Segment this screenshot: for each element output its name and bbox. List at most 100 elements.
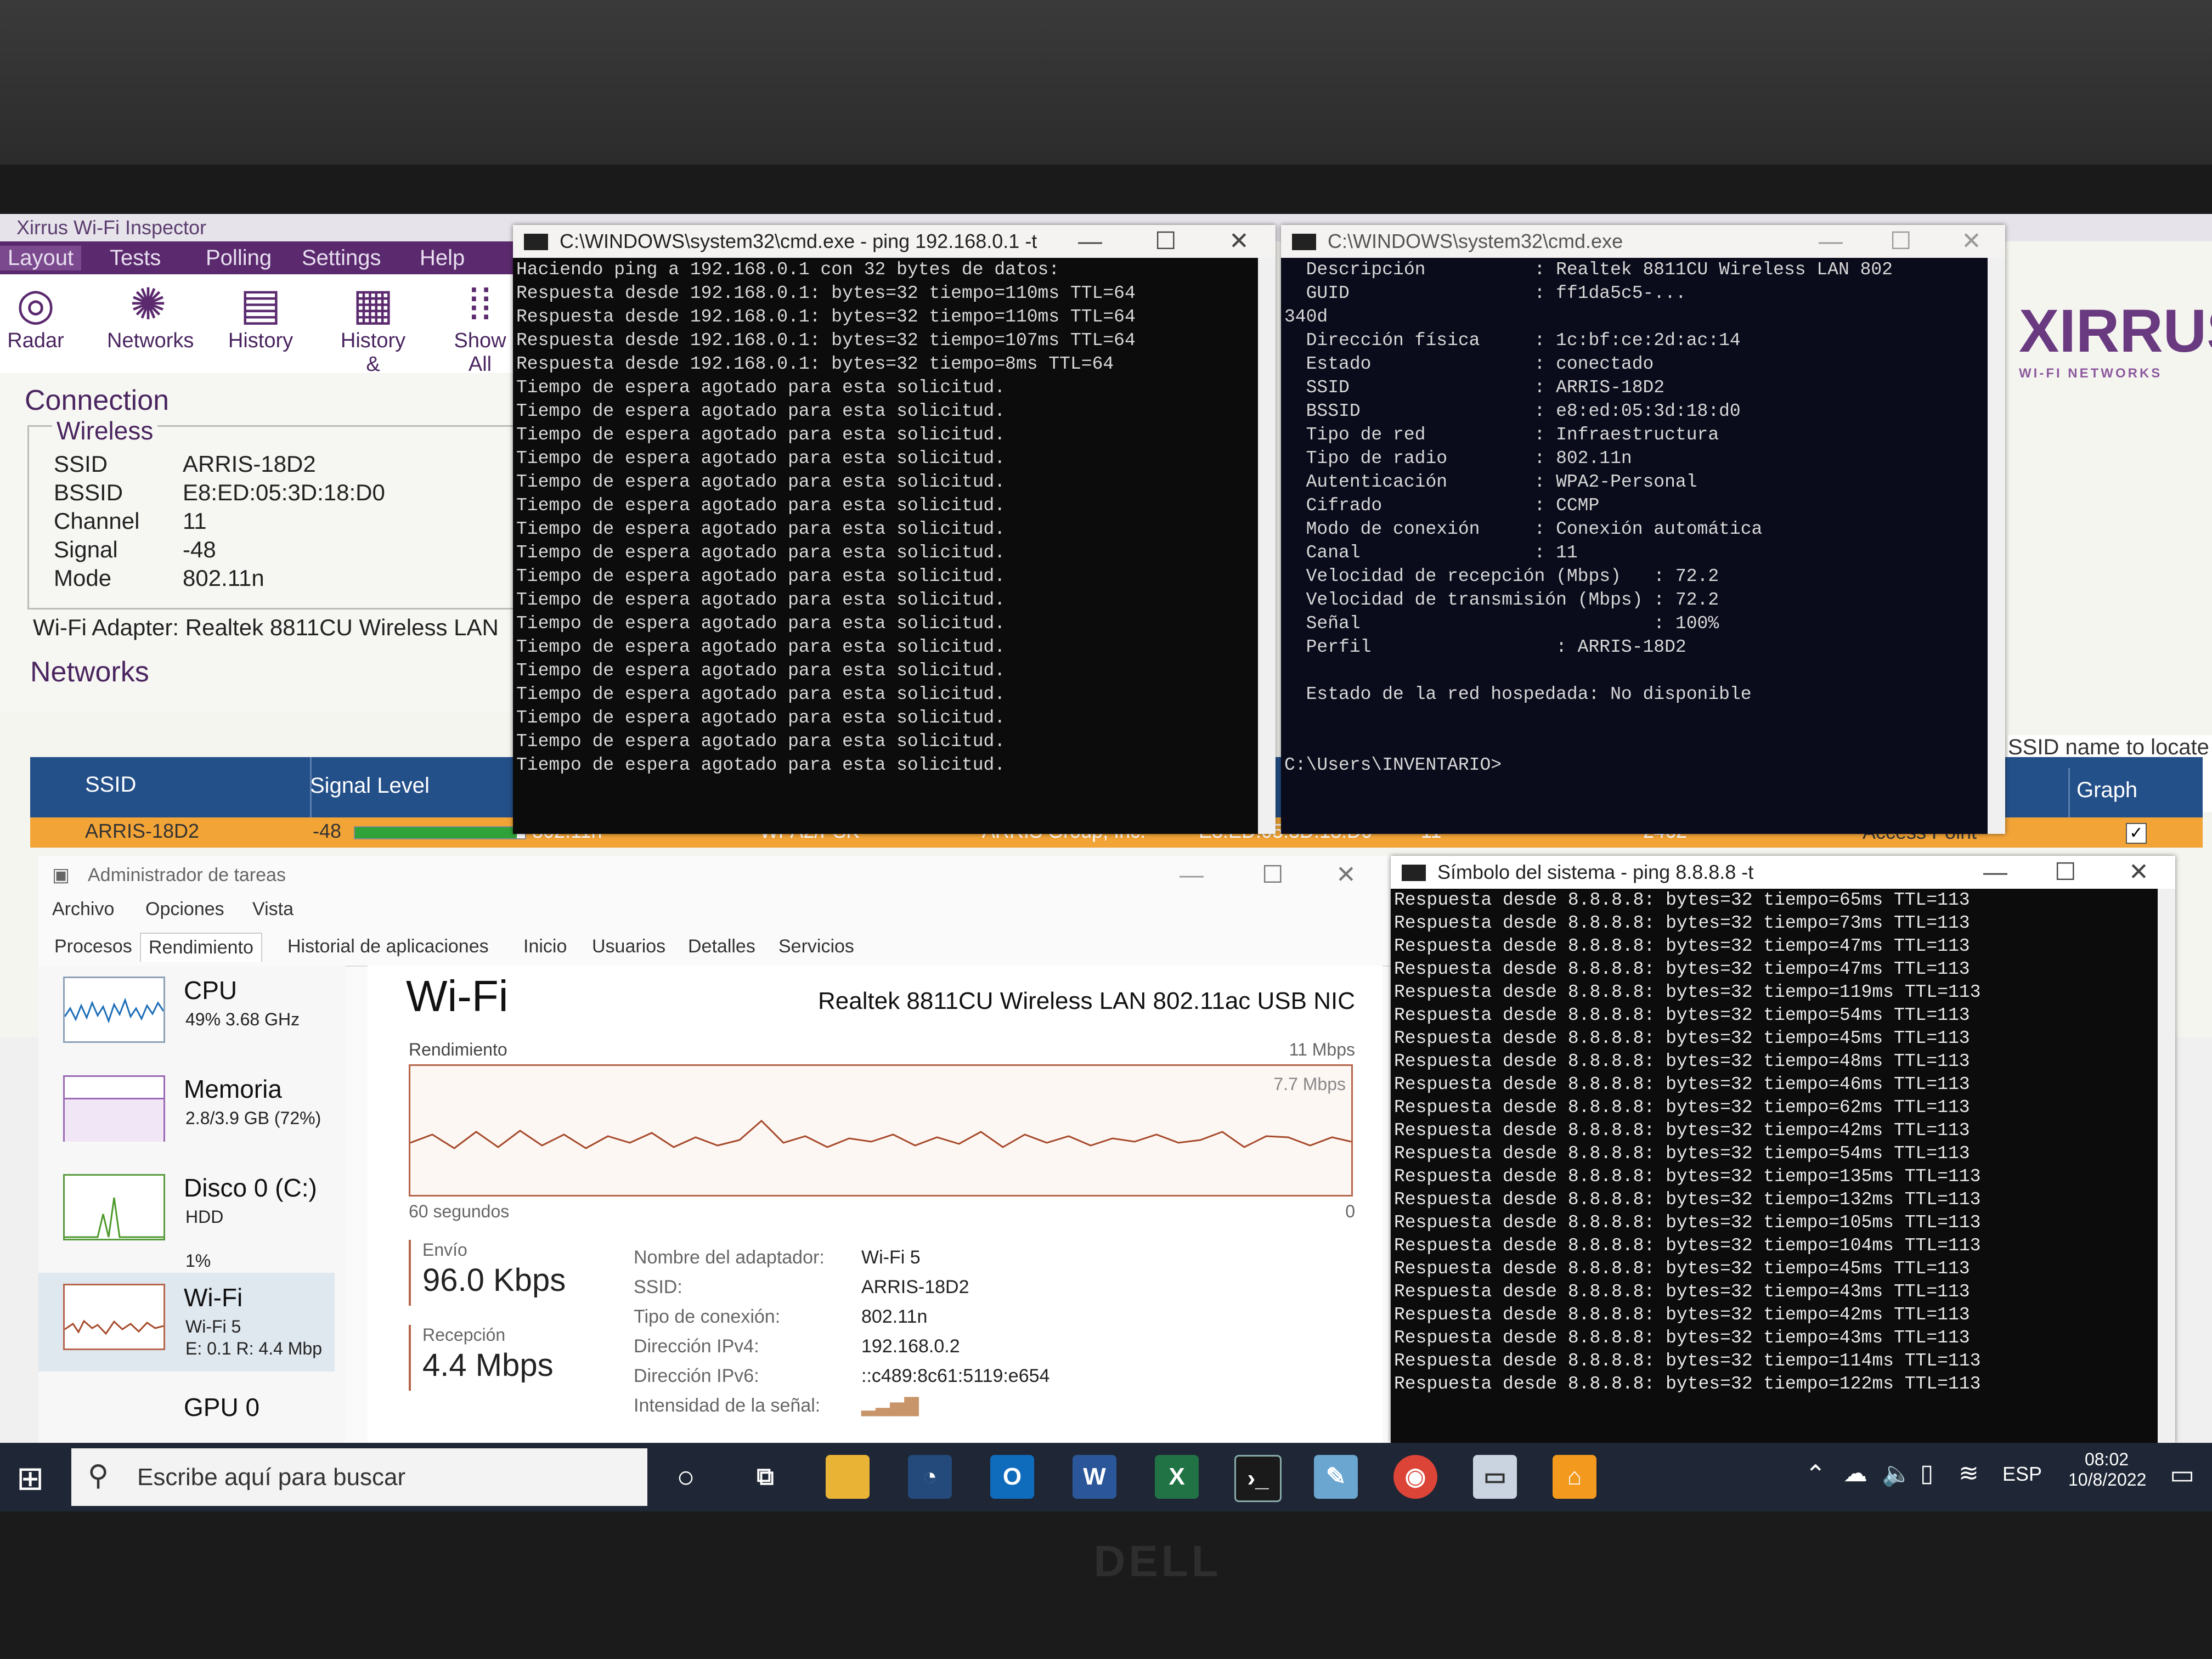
column-signal-level[interactable]: Signal Level — [310, 774, 430, 798]
taskbar-search-box[interactable]: ⚲ Escribe aquí para buscar — [71, 1448, 647, 1506]
sidebar-item-memoria[interactable]: Memoria 2.8/3.9 GB (72%) — [38, 1064, 335, 1163]
console-line: Estado de la red hospedada: No disponibl… — [1284, 684, 1752, 704]
task-view-icon[interactable]: ⧉ — [743, 1455, 787, 1499]
window-title: C:\WINDOWS\system32\cmd.exe — [1328, 230, 1623, 252]
excel-icon[interactable]: X — [1155, 1455, 1199, 1499]
graph-max: 11 Mbps — [1289, 1040, 1355, 1059]
minimize-icon[interactable]: — — [1078, 225, 1102, 258]
scrollbar[interactable] — [1258, 258, 1276, 834]
maximize-icon[interactable]: ☐ — [2055, 856, 2076, 889]
ssid-label: SSID — [54, 451, 108, 477]
show-hidden-icons[interactable]: ⌃ — [1805, 1459, 1826, 1489]
cmd-netsh-title-bar: C:\WINDOWS\system32\cmd.exe — ☐ ✕ — [1281, 225, 2005, 258]
graph-zero: 0 — [1345, 1201, 1355, 1221]
menu-opciones[interactable]: Opciones — [145, 899, 224, 920]
signal-strength-icon: ▂▃▅▇ — [861, 1395, 919, 1416]
menu-vista[interactable]: Vista — [252, 899, 294, 920]
console-line: Tiempo de espera agotado para esta solic… — [516, 590, 1006, 610]
battery-icon[interactable]: ▯ — [1920, 1459, 1933, 1487]
console-line: Estado : conectado — [1284, 354, 1654, 374]
history-button[interactable]: ▤ History — [219, 280, 302, 353]
tab-usuarios[interactable]: Usuarios — [584, 933, 673, 961]
console-line: Tiempo de espera agotado para esta solic… — [516, 377, 1006, 398]
tab-procesos[interactable]: Procesos — [47, 933, 140, 961]
performance-sidebar: CPU 49% 3.68 GHz Memoria 2.8/3.9 GB (72%… — [38, 966, 346, 1511]
clock[interactable]: 08:02 10/8/2022 — [2068, 1449, 2146, 1490]
file-explorer-icon[interactable] — [826, 1455, 870, 1499]
chrome-icon[interactable]: ◉ — [1393, 1455, 1437, 1499]
console-line: Tiempo de espera agotado para esta solic… — [516, 731, 1006, 752]
console-line: Respuesta desde 192.168.0.1: bytes=32 ti… — [516, 307, 1136, 327]
maximize-icon[interactable]: ☐ — [1155, 225, 1176, 258]
connection-labels: SSID BSSID Channel Signal Mode — [54, 450, 139, 592]
menu-polling[interactable]: Polling — [206, 246, 272, 270]
sidebar-item-wifi[interactable]: Wi-Fi Wi-Fi 5 E: 0.1 R: 4.4 Mbp — [38, 1273, 335, 1372]
mode-label: Mode — [54, 565, 112, 591]
minimize-icon[interactable]: — — [1819, 225, 1843, 258]
cmd-icon[interactable]: ›_ — [1234, 1455, 1282, 1502]
tab-rendimiento[interactable]: Rendimiento — [140, 933, 262, 962]
close-icon[interactable]: ✕ — [1336, 856, 1356, 894]
sidebar-item-cpu[interactable]: CPU 49% 3.68 GHz — [38, 966, 335, 1064]
wifi-analyzer-icon[interactable]: ⌂ — [1553, 1455, 1596, 1499]
tab-inicio[interactable]: Inicio — [516, 933, 574, 961]
networks-heading: Networks — [30, 656, 149, 688]
notifications-icon[interactable]: ▭ — [2170, 1459, 2194, 1490]
menu-help[interactable]: Help — [420, 246, 465, 270]
networks-button[interactable]: ✺ Networks — [107, 280, 194, 353]
maximize-icon[interactable]: ☐ — [1890, 225, 1911, 258]
console-line: Respuesta desde 8.8.8.8: bytes=32 tiempo… — [1394, 1305, 1970, 1325]
console-line: Tiempo de espera agotado para esta solic… — [516, 566, 1006, 586]
radar-button[interactable]: ◎ Radar — [0, 280, 77, 353]
networks-icon: ✺ — [129, 280, 167, 329]
language-indicator[interactable]: ESP — [2002, 1463, 2042, 1486]
window-title: Símbolo del sistema - ping 8.8.8.8 -t — [1437, 861, 1754, 883]
speedtest-icon[interactable]: ◔ — [908, 1455, 952, 1499]
graph-column[interactable]: Graph — [2076, 778, 2137, 803]
console-line: Canal : 11 — [1284, 543, 1578, 563]
cmd-netsh-output[interactable]: Descripción : Realtek 8811CU Wireless LA… — [1281, 258, 2005, 834]
cpu-thumbnail — [63, 977, 165, 1043]
word-icon[interactable]: W — [1073, 1455, 1116, 1499]
console-line: Respuesta desde 8.8.8.8: bytes=32 tiempo… — [1394, 1189, 1981, 1210]
console-line: Autenticación : WPA2-Personal — [1284, 472, 1697, 492]
column-ssid[interactable]: SSID — [85, 772, 136, 797]
menu-archivo[interactable]: Archivo — [52, 899, 114, 920]
channel-value: 11 — [183, 508, 207, 534]
minimize-icon[interactable]: — — [1180, 856, 1204, 894]
cmd-icon — [1402, 865, 1426, 881]
cmd-ping-google-output[interactable]: Respuesta desde 8.8.8.8: bytes=32 tiempo… — [1391, 889, 2175, 1443]
maximize-icon[interactable]: ☐ — [1262, 856, 1283, 894]
console-line: Respuesta desde 8.8.8.8: bytes=32 tiempo… — [1394, 1374, 1981, 1394]
cmd-ping-router-output[interactable]: Haciendo ping a 192.168.0.1 con 32 bytes… — [513, 258, 1276, 834]
volume-icon[interactable]: 🔈 — [1882, 1459, 1912, 1488]
graph-checkbox[interactable]: ✓ — [2126, 823, 2147, 844]
minimize-icon[interactable]: — — [1983, 856, 2007, 889]
close-icon[interactable]: ✕ — [2129, 856, 2149, 889]
explorer-window-icon[interactable]: ▭ — [1473, 1455, 1517, 1499]
paint-icon[interactable]: ✎ — [1314, 1455, 1358, 1499]
close-icon[interactable]: ✕ — [1229, 225, 1249, 258]
cortana-icon[interactable]: ○ — [664, 1455, 708, 1499]
console-line: Respuesta desde 8.8.8.8: bytes=32 tiempo… — [1394, 913, 1970, 933]
radar-icon: ◎ — [16, 280, 55, 329]
tab-historial[interactable]: Historial de aplicaciones — [280, 933, 496, 961]
tab-detalles[interactable]: Detalles — [680, 933, 763, 961]
console-line: Respuesta desde 8.8.8.8: bytes=32 tiempo… — [1394, 1351, 1981, 1371]
sidebar-item-disco[interactable]: Disco 0 (C:) HDD 1% — [38, 1163, 335, 1271]
windows-start-icon[interactable]: ⊞ — [16, 1459, 44, 1498]
menu-tests[interactable]: Tests — [110, 246, 161, 270]
scrollbar[interactable] — [2158, 889, 2175, 1443]
wifi-icon[interactable]: ≋ — [1959, 1459, 1979, 1487]
scrollbar[interactable] — [1988, 258, 2005, 834]
close-icon[interactable]: ✕ — [1961, 225, 1982, 258]
show-all-button[interactable]: ⁞⁞ Show All — [444, 280, 516, 376]
menu-settings[interactable]: Settings — [302, 246, 381, 270]
tab-servicios[interactable]: Servicios — [771, 933, 862, 961]
menu-layout[interactable]: Layout — [0, 246, 82, 270]
network-status-icon[interactable]: ☁ — [1843, 1459, 1867, 1487]
console-line: Tiempo de espera agotado para esta solic… — [516, 684, 1006, 704]
console-line: 340d — [1284, 307, 1328, 327]
outlook-icon[interactable]: O — [990, 1455, 1034, 1499]
